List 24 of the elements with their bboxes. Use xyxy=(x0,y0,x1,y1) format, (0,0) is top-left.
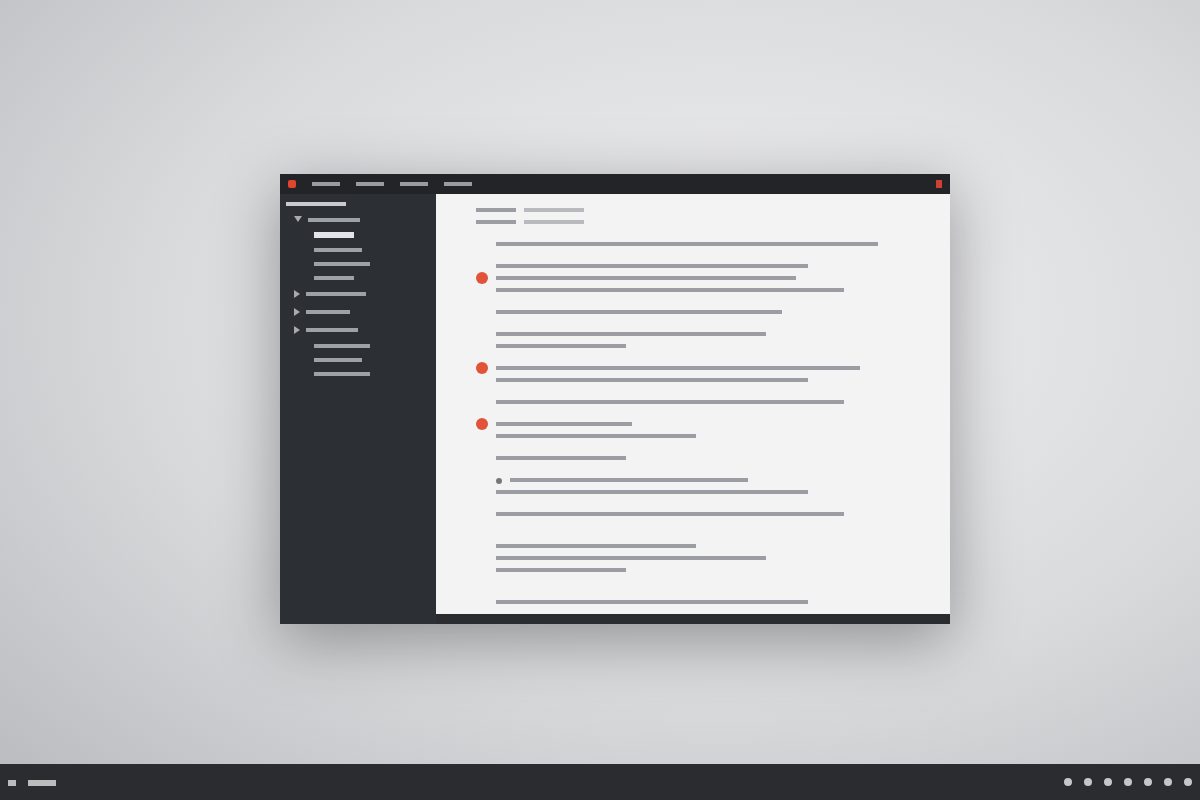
tray-icon[interactable] xyxy=(1064,778,1072,786)
tray-icon[interactable] xyxy=(1144,778,1152,786)
comment-marker-icon xyxy=(476,362,488,374)
logo-icon xyxy=(288,180,296,188)
taskbar-item[interactable] xyxy=(28,779,56,785)
expander-icon[interactable] xyxy=(294,216,302,222)
text-line xyxy=(496,344,627,348)
comment-marker-icon xyxy=(476,418,488,430)
scroll-bar[interactable] xyxy=(436,614,950,624)
text-line xyxy=(496,422,633,426)
tray-icon[interactable] xyxy=(1104,778,1112,786)
text-line xyxy=(496,456,627,460)
tray-icon[interactable] xyxy=(1184,778,1192,786)
start-icon[interactable] xyxy=(8,779,16,785)
bullet-icon xyxy=(496,477,502,483)
expander-icon[interactable] xyxy=(294,326,300,334)
tray-icon[interactable] xyxy=(1164,778,1172,786)
tray-icon[interactable] xyxy=(1084,778,1092,786)
tray-icon[interactable] xyxy=(1124,778,1132,786)
expander-icon[interactable] xyxy=(294,290,300,298)
text-line xyxy=(496,568,627,572)
comment-marker-icon xyxy=(476,272,488,284)
close-icon[interactable] xyxy=(936,180,942,188)
expander-icon[interactable] xyxy=(294,308,300,316)
